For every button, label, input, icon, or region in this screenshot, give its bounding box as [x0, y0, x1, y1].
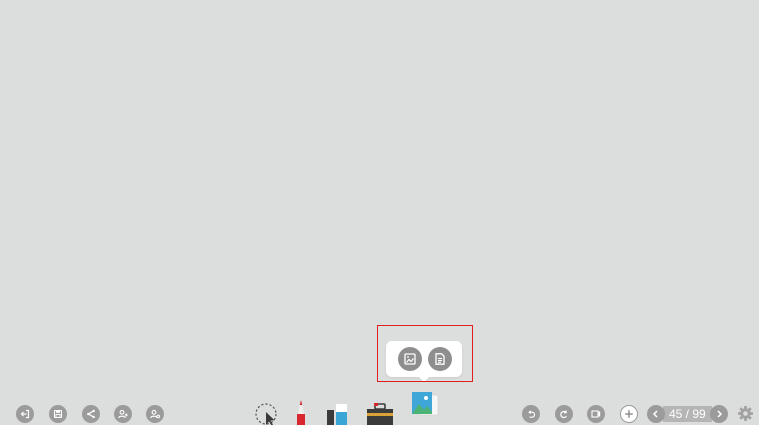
whiteboard-canvas[interactable] — [0, 0, 759, 398]
insert-media-icon[interactable] — [410, 392, 440, 418]
page-view-button[interactable] — [587, 405, 605, 423]
add-user-icon — [118, 409, 128, 419]
exit-icon — [20, 409, 30, 419]
eraser-tool-icon[interactable] — [325, 404, 349, 425]
chevron-left-icon — [652, 410, 658, 418]
add-page-button[interactable] — [620, 405, 638, 423]
bottom-toolbar — [0, 392, 759, 425]
save-button[interactable] — [49, 405, 67, 423]
share-icon — [87, 409, 95, 419]
previous-page-button[interactable] — [647, 405, 665, 423]
add-page-icon — [625, 410, 633, 418]
insert-popup — [386, 341, 462, 382]
page-view-icon — [591, 410, 601, 418]
save-icon — [53, 409, 63, 419]
insert-document-icon — [435, 353, 445, 365]
toolbox-icon[interactable] — [365, 403, 395, 425]
redo-button[interactable] — [555, 405, 573, 423]
next-page-button[interactable] — [709, 405, 728, 423]
whiteboard-app: 45 / 99 — [0, 0, 759, 425]
share-button[interactable] — [82, 405, 100, 423]
select-tool-icon[interactable] — [253, 401, 279, 425]
exit-button[interactable] — [16, 405, 34, 423]
redo-icon — [560, 410, 567, 419]
pagination: 45 / 99 — [647, 405, 728, 423]
pen-tool-icon[interactable] — [293, 399, 309, 425]
undo-icon — [528, 410, 536, 418]
undo-button[interactable] — [522, 405, 540, 423]
insert-document-button[interactable] — [428, 347, 452, 371]
page-indicator: 45 / 99 — [663, 406, 712, 422]
insert-image-button[interactable] — [398, 347, 422, 371]
user-settings-icon — [150, 409, 161, 419]
chevron-right-icon — [717, 410, 722, 418]
add-user-button[interactable] — [114, 405, 132, 423]
user-settings-button[interactable] — [146, 405, 164, 423]
settings-gear-icon[interactable] — [737, 405, 754, 422]
insert-image-icon — [404, 353, 416, 365]
